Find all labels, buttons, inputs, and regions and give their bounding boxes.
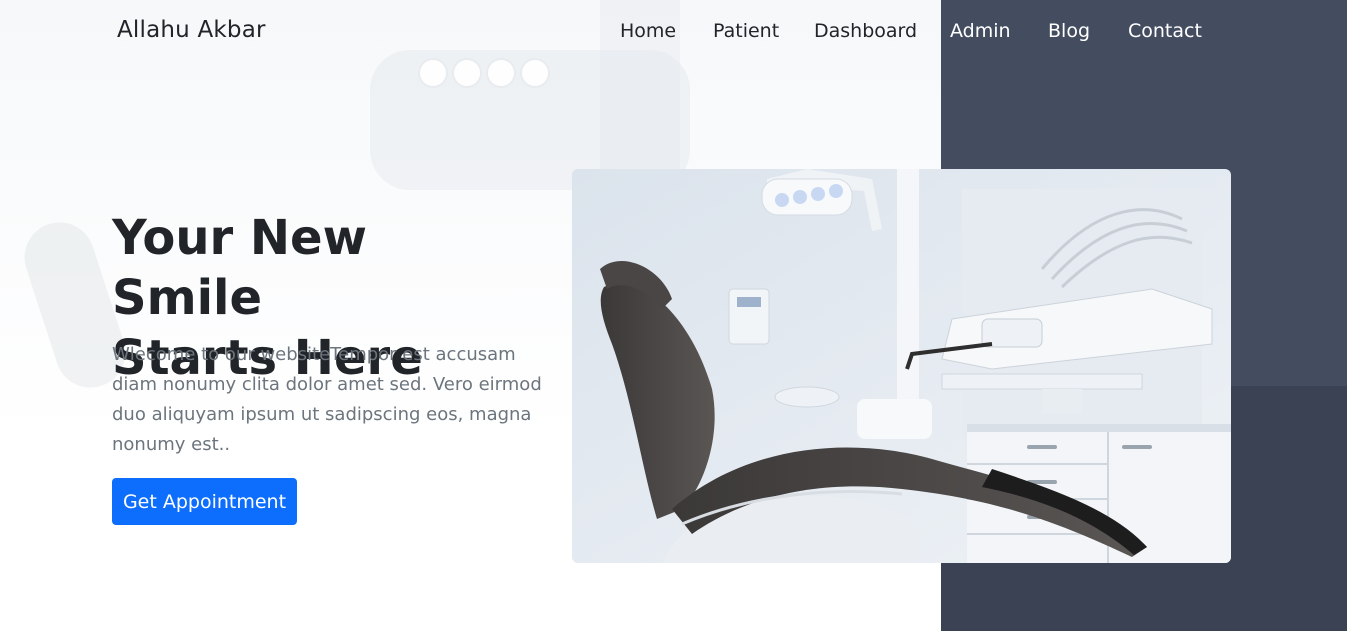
hero-title-line-1: Your New Smile xyxy=(112,210,367,326)
nav-admin-link[interactable]: Admin xyxy=(950,20,1011,42)
brand-logo[interactable]: Allahu Akbar xyxy=(117,17,266,43)
nav-home-link[interactable]: Home xyxy=(620,20,676,42)
hero-image-dental-chair xyxy=(572,169,1231,563)
nav-contact-link[interactable]: Contact xyxy=(1128,20,1202,42)
hero-description: Wlecome to our websiteTempor est accusam… xyxy=(112,344,542,455)
nav-dashboard-link[interactable]: Dashboard xyxy=(814,20,917,42)
nav-blog-link[interactable]: Blog xyxy=(1048,20,1090,42)
get-appointment-button[interactable]: Get Appointment xyxy=(112,478,297,525)
nav-patient-link[interactable]: Patient xyxy=(713,20,779,42)
background-lamp-lights xyxy=(420,60,550,100)
